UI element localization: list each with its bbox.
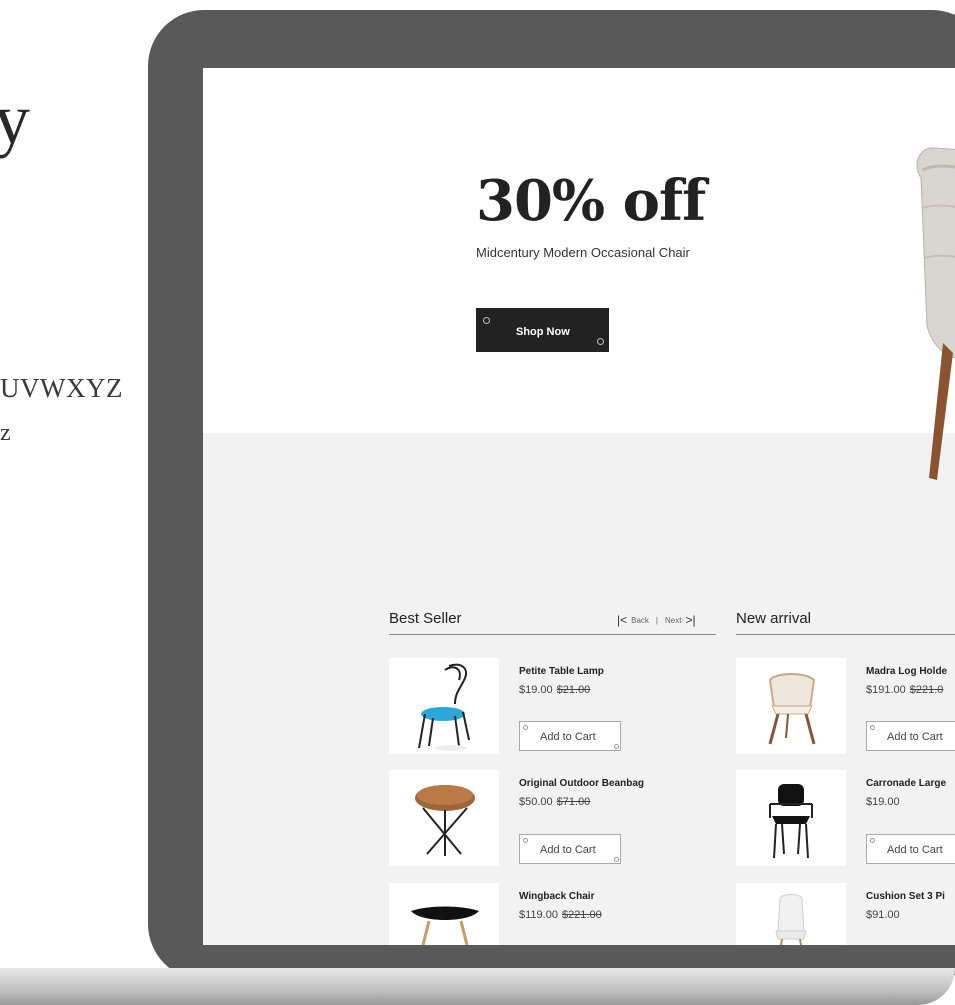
- product-thumb-bench[interactable]: [389, 883, 499, 945]
- add-to-cart-label: Add to Cart: [887, 844, 943, 856]
- corner-dot-icon: [523, 838, 528, 843]
- product-thumb-wood-stool[interactable]: [389, 770, 499, 866]
- old-price: $221.0: [909, 684, 944, 696]
- product-name[interactable]: Original Outdoor Beanbag: [519, 778, 644, 789]
- new-arrival-divider: [736, 634, 955, 635]
- product-thumb-wire-chair[interactable]: [389, 658, 499, 754]
- current-price: $19.00: [866, 796, 900, 808]
- hero-chair-image: [916, 147, 955, 480]
- office-chair-icon: [769, 784, 813, 859]
- corner-dot-icon: [870, 725, 875, 730]
- best-seller-divider: [389, 634, 716, 635]
- current-price: $50.00: [519, 796, 553, 808]
- add-to-cart-button[interactable]: Add to Cart: [519, 834, 621, 864]
- add-to-cart-button[interactable]: Add to Cart: [866, 721, 955, 751]
- product-price: $119.00 $221.00: [519, 909, 602, 921]
- add-to-cart-button[interactable]: Add to Cart: [519, 721, 621, 751]
- product-thumb-white-chair[interactable]: [736, 883, 846, 945]
- product-price: $91.00: [866, 909, 900, 921]
- new-arrival-title: New arrival: [736, 610, 812, 627]
- corner-dot-icon: [870, 838, 875, 843]
- pager-separator: |: [655, 615, 658, 625]
- corner-dot-icon: [523, 725, 528, 730]
- bench-icon: [411, 906, 479, 945]
- corner-dot-icon: [614, 857, 619, 862]
- shell-chair-icon: [768, 673, 816, 745]
- wood-stool-icon: [415, 785, 475, 856]
- product-name[interactable]: Cushion Set 3 Pi: [866, 891, 945, 902]
- current-price: $19.00: [519, 684, 553, 696]
- shop-now-label: Shop Now: [516, 326, 570, 338]
- product-thumb-office-chair[interactable]: [736, 770, 846, 866]
- best-seller-pager: |< Back | Next >|: [617, 613, 696, 627]
- corner-dot-icon: [614, 744, 619, 749]
- product-price: $19.00 $21.00: [519, 684, 590, 696]
- old-price: $21.00: [556, 684, 591, 696]
- old-price: $71.00: [556, 796, 591, 808]
- side-heading-fragment: y: [0, 79, 30, 159]
- product-price: $50.00 $71.00: [519, 796, 590, 808]
- side-alphabet-line-1: UVWXYZ: [0, 373, 123, 403]
- current-price: $191.00: [866, 684, 906, 696]
- shop-now-button[interactable]: Shop Now: [476, 308, 609, 352]
- hero-heading: 30% off: [476, 168, 706, 234]
- add-to-cart-label: Add to Cart: [540, 844, 596, 856]
- pager-next[interactable]: Next: [665, 616, 681, 625]
- corner-dot-icon: [483, 317, 490, 324]
- old-price: $221.00: [561, 909, 602, 921]
- hero-subtitle: Midcentury Modern Occasional Chair: [476, 245, 690, 260]
- corner-dot-icon: [597, 338, 604, 345]
- add-to-cart-label: Add to Cart: [540, 731, 596, 743]
- current-price: $91.00: [866, 909, 900, 921]
- wire-chair-icon: [418, 663, 470, 751]
- laptop-screen: 30% off Midcentury Modern Occasional Cha…: [203, 68, 955, 945]
- side-alphabet-line-2: z: [0, 420, 11, 446]
- product-price: $191.00 $221.0: [866, 684, 943, 696]
- current-price: $119.00: [519, 909, 558, 921]
- pager-back[interactable]: Back: [631, 616, 649, 625]
- product-name[interactable]: Carronade Large: [866, 778, 946, 789]
- laptop-base: [0, 968, 955, 1005]
- product-name[interactable]: Petite Table Lamp: [519, 666, 604, 677]
- back-arrow-icon[interactable]: |<: [617, 613, 627, 627]
- product-name[interactable]: Wingback Chair: [519, 891, 594, 902]
- best-seller-title: Best Seller: [389, 610, 462, 627]
- add-to-cart-label: Add to Cart: [887, 731, 943, 743]
- product-thumb-shell-chair[interactable]: [736, 658, 846, 754]
- next-arrow-icon[interactable]: >|: [685, 613, 695, 627]
- product-price: $19.00: [866, 796, 900, 808]
- white-chair-icon: [775, 894, 807, 945]
- add-to-cart-button[interactable]: Add to Cart: [866, 834, 955, 864]
- product-name[interactable]: Madra Log Holde: [866, 666, 947, 677]
